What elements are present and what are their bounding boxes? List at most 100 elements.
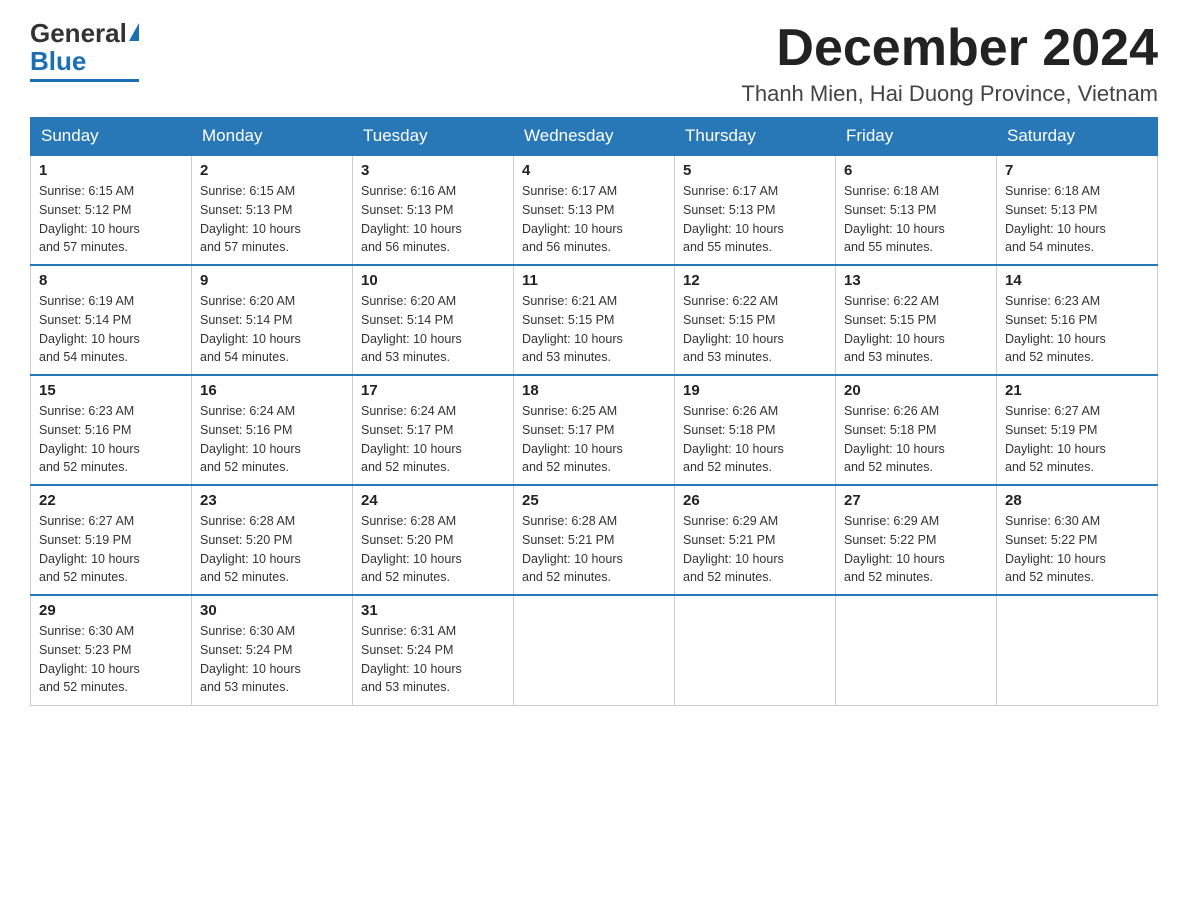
day-info: Sunrise: 6:28 AMSunset: 5:20 PMDaylight:… xyxy=(361,514,462,584)
day-info: Sunrise: 6:23 AMSunset: 5:16 PMDaylight:… xyxy=(39,404,140,474)
calendar-header-row: SundayMondayTuesdayWednesdayThursdayFrid… xyxy=(31,118,1158,156)
calendar-cell: 26 Sunrise: 6:29 AMSunset: 5:21 PMDaylig… xyxy=(675,485,836,595)
calendar-cell: 9 Sunrise: 6:20 AMSunset: 5:14 PMDayligh… xyxy=(192,265,353,375)
header-sunday: Sunday xyxy=(31,118,192,156)
day-number: 5 xyxy=(683,162,827,179)
calendar-cell: 3 Sunrise: 6:16 AMSunset: 5:13 PMDayligh… xyxy=(353,155,514,265)
calendar-table: SundayMondayTuesdayWednesdayThursdayFrid… xyxy=(30,117,1158,706)
month-title: December 2024 xyxy=(741,20,1158,77)
day-number: 28 xyxy=(1005,492,1149,509)
day-number: 31 xyxy=(361,602,505,619)
calendar-cell: 1 Sunrise: 6:15 AMSunset: 5:12 PMDayligh… xyxy=(31,155,192,265)
day-number: 29 xyxy=(39,602,183,619)
calendar-cell: 28 Sunrise: 6:30 AMSunset: 5:22 PMDaylig… xyxy=(997,485,1158,595)
calendar-cell: 11 Sunrise: 6:21 AMSunset: 5:15 PMDaylig… xyxy=(514,265,675,375)
day-number: 16 xyxy=(200,382,344,399)
logo-text: General xyxy=(30,20,139,46)
calendar-cell: 24 Sunrise: 6:28 AMSunset: 5:20 PMDaylig… xyxy=(353,485,514,595)
day-number: 14 xyxy=(1005,272,1149,289)
day-number: 26 xyxy=(683,492,827,509)
day-info: Sunrise: 6:25 AMSunset: 5:17 PMDaylight:… xyxy=(522,404,623,474)
calendar-cell: 27 Sunrise: 6:29 AMSunset: 5:22 PMDaylig… xyxy=(836,485,997,595)
day-info: Sunrise: 6:30 AMSunset: 5:22 PMDaylight:… xyxy=(1005,514,1106,584)
calendar-cell: 8 Sunrise: 6:19 AMSunset: 5:14 PMDayligh… xyxy=(31,265,192,375)
day-number: 15 xyxy=(39,382,183,399)
day-number: 12 xyxy=(683,272,827,289)
day-info: Sunrise: 6:17 AMSunset: 5:13 PMDaylight:… xyxy=(522,184,623,254)
day-number: 21 xyxy=(1005,382,1149,399)
day-info: Sunrise: 6:16 AMSunset: 5:13 PMDaylight:… xyxy=(361,184,462,254)
calendar-week-2: 8 Sunrise: 6:19 AMSunset: 5:14 PMDayligh… xyxy=(31,265,1158,375)
day-info: Sunrise: 6:20 AMSunset: 5:14 PMDaylight:… xyxy=(200,294,301,364)
day-number: 7 xyxy=(1005,162,1149,179)
calendar-cell xyxy=(675,595,836,705)
calendar-cell: 20 Sunrise: 6:26 AMSunset: 5:18 PMDaylig… xyxy=(836,375,997,485)
day-info: Sunrise: 6:17 AMSunset: 5:13 PMDaylight:… xyxy=(683,184,784,254)
header-friday: Friday xyxy=(836,118,997,156)
calendar-cell: 5 Sunrise: 6:17 AMSunset: 5:13 PMDayligh… xyxy=(675,155,836,265)
day-number: 17 xyxy=(361,382,505,399)
day-info: Sunrise: 6:23 AMSunset: 5:16 PMDaylight:… xyxy=(1005,294,1106,364)
calendar-cell: 13 Sunrise: 6:22 AMSunset: 5:15 PMDaylig… xyxy=(836,265,997,375)
calendar-cell: 18 Sunrise: 6:25 AMSunset: 5:17 PMDaylig… xyxy=(514,375,675,485)
header-monday: Monday xyxy=(192,118,353,156)
day-number: 11 xyxy=(522,272,666,289)
day-info: Sunrise: 6:24 AMSunset: 5:16 PMDaylight:… xyxy=(200,404,301,474)
location-title: Thanh Mien, Hai Duong Province, Vietnam xyxy=(741,81,1158,107)
calendar-cell: 25 Sunrise: 6:28 AMSunset: 5:21 PMDaylig… xyxy=(514,485,675,595)
calendar-cell: 22 Sunrise: 6:27 AMSunset: 5:19 PMDaylig… xyxy=(31,485,192,595)
day-info: Sunrise: 6:28 AMSunset: 5:20 PMDaylight:… xyxy=(200,514,301,584)
day-number: 3 xyxy=(361,162,505,179)
day-number: 19 xyxy=(683,382,827,399)
calendar-cell: 14 Sunrise: 6:23 AMSunset: 5:16 PMDaylig… xyxy=(997,265,1158,375)
calendar-cell: 4 Sunrise: 6:17 AMSunset: 5:13 PMDayligh… xyxy=(514,155,675,265)
logo-underline xyxy=(30,79,139,82)
day-number: 6 xyxy=(844,162,988,179)
calendar-cell: 2 Sunrise: 6:15 AMSunset: 5:13 PMDayligh… xyxy=(192,155,353,265)
day-info: Sunrise: 6:18 AMSunset: 5:13 PMDaylight:… xyxy=(1005,184,1106,254)
day-number: 1 xyxy=(39,162,183,179)
calendar-cell: 31 Sunrise: 6:31 AMSunset: 5:24 PMDaylig… xyxy=(353,595,514,705)
page-header: General Blue December 2024 Thanh Mien, H… xyxy=(30,20,1158,107)
day-info: Sunrise: 6:30 AMSunset: 5:24 PMDaylight:… xyxy=(200,624,301,694)
calendar-cell: 7 Sunrise: 6:18 AMSunset: 5:13 PMDayligh… xyxy=(997,155,1158,265)
calendar-cell xyxy=(836,595,997,705)
day-info: Sunrise: 6:31 AMSunset: 5:24 PMDaylight:… xyxy=(361,624,462,694)
day-info: Sunrise: 6:22 AMSunset: 5:15 PMDaylight:… xyxy=(683,294,784,364)
calendar-cell: 15 Sunrise: 6:23 AMSunset: 5:16 PMDaylig… xyxy=(31,375,192,485)
day-info: Sunrise: 6:22 AMSunset: 5:15 PMDaylight:… xyxy=(844,294,945,364)
day-number: 13 xyxy=(844,272,988,289)
day-info: Sunrise: 6:24 AMSunset: 5:17 PMDaylight:… xyxy=(361,404,462,474)
day-info: Sunrise: 6:18 AMSunset: 5:13 PMDaylight:… xyxy=(844,184,945,254)
day-number: 22 xyxy=(39,492,183,509)
calendar-cell: 19 Sunrise: 6:26 AMSunset: 5:18 PMDaylig… xyxy=(675,375,836,485)
day-number: 9 xyxy=(200,272,344,289)
day-info: Sunrise: 6:28 AMSunset: 5:21 PMDaylight:… xyxy=(522,514,623,584)
day-info: Sunrise: 6:26 AMSunset: 5:18 PMDaylight:… xyxy=(683,404,784,474)
day-number: 30 xyxy=(200,602,344,619)
header-thursday: Thursday xyxy=(675,118,836,156)
day-number: 10 xyxy=(361,272,505,289)
calendar-cell: 30 Sunrise: 6:30 AMSunset: 5:24 PMDaylig… xyxy=(192,595,353,705)
day-info: Sunrise: 6:29 AMSunset: 5:21 PMDaylight:… xyxy=(683,514,784,584)
title-area: December 2024 Thanh Mien, Hai Duong Prov… xyxy=(741,20,1158,107)
header-saturday: Saturday xyxy=(997,118,1158,156)
day-number: 25 xyxy=(522,492,666,509)
day-number: 4 xyxy=(522,162,666,179)
day-number: 20 xyxy=(844,382,988,399)
day-info: Sunrise: 6:20 AMSunset: 5:14 PMDaylight:… xyxy=(361,294,462,364)
logo-general: General xyxy=(30,20,127,46)
calendar-week-1: 1 Sunrise: 6:15 AMSunset: 5:12 PMDayligh… xyxy=(31,155,1158,265)
calendar-week-4: 22 Sunrise: 6:27 AMSunset: 5:19 PMDaylig… xyxy=(31,485,1158,595)
header-wednesday: Wednesday xyxy=(514,118,675,156)
day-info: Sunrise: 6:30 AMSunset: 5:23 PMDaylight:… xyxy=(39,624,140,694)
day-number: 27 xyxy=(844,492,988,509)
day-info: Sunrise: 6:27 AMSunset: 5:19 PMDaylight:… xyxy=(1005,404,1106,474)
day-number: 24 xyxy=(361,492,505,509)
day-info: Sunrise: 6:26 AMSunset: 5:18 PMDaylight:… xyxy=(844,404,945,474)
logo-blue: Blue xyxy=(30,46,86,77)
calendar-week-3: 15 Sunrise: 6:23 AMSunset: 5:16 PMDaylig… xyxy=(31,375,1158,485)
day-number: 18 xyxy=(522,382,666,399)
calendar-cell: 10 Sunrise: 6:20 AMSunset: 5:14 PMDaylig… xyxy=(353,265,514,375)
calendar-cell: 17 Sunrise: 6:24 AMSunset: 5:17 PMDaylig… xyxy=(353,375,514,485)
